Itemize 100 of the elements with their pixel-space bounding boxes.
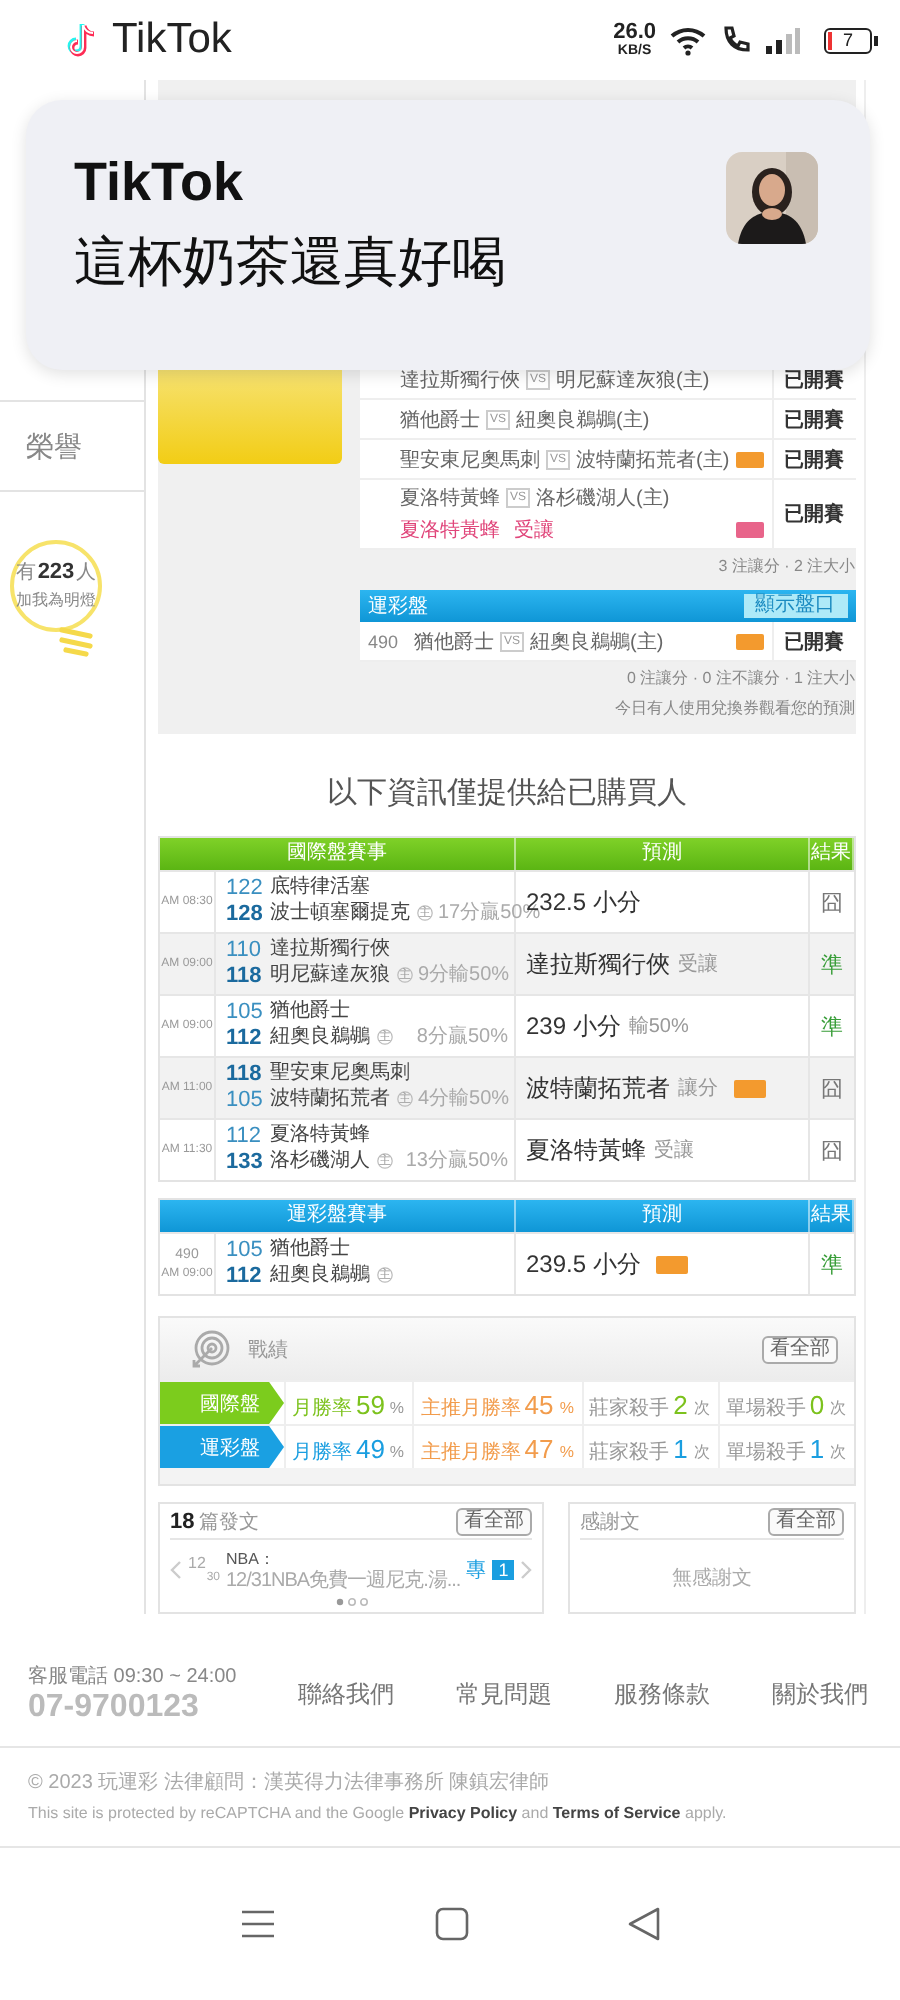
game-status: 已開賽 xyxy=(771,622,856,660)
prediction: 239 小分 xyxy=(526,1009,621,1043)
notification-message: 這杯奶茶還真好喝 xyxy=(74,230,506,296)
result-mark: 囧 xyxy=(821,1075,843,1103)
sidebar-item[interactable]: 榮譽 xyxy=(0,400,144,492)
team-name: 夏洛特黃蜂 xyxy=(270,1124,370,1148)
rank-badge: 1 xyxy=(492,1560,515,1580)
posts-label: 篇發文 xyxy=(198,1509,259,1535)
team-number: 118 xyxy=(226,963,262,987)
score-result: 4分輸50% xyxy=(418,1088,510,1112)
target-icon xyxy=(188,1328,232,1372)
stat-value: 59 xyxy=(355,1390,385,1420)
team-name: 聖安東尼奧馬刺 xyxy=(270,1062,410,1086)
team-number: 110 xyxy=(226,938,262,962)
team-name: 猶他爵士 xyxy=(400,407,480,433)
view-all-button[interactable]: 看全部 xyxy=(768,1507,844,1535)
view-all-button[interactable]: 看全部 xyxy=(456,1507,533,1535)
menu-icon xyxy=(238,1906,278,1942)
stat-unit: % xyxy=(559,1444,574,1462)
notice-heading: 以下資訊僅提供給已購買人 xyxy=(325,774,689,814)
fans-prefix: 有 xyxy=(15,560,36,586)
stat-value: 2 xyxy=(673,1390,688,1420)
team-name: 洛杉磯湖人 xyxy=(270,1149,370,1173)
stat-value: 1 xyxy=(809,1434,825,1464)
chevron-right-icon xyxy=(520,1560,533,1580)
pagination-dots-icon xyxy=(333,1598,370,1606)
pick-summary: 3 注讓分 · 2 注大小 xyxy=(716,555,856,577)
prediction: 239.5 小分 xyxy=(526,1247,641,1281)
prediction-note: 受讓 xyxy=(678,951,718,978)
prediction: 夏洛特黃蜂 xyxy=(526,1133,646,1167)
team-number: 128 xyxy=(226,901,262,925)
team-number: 112 xyxy=(226,1025,262,1049)
app-name: TikTok xyxy=(112,16,232,64)
category-label: 國際盤 xyxy=(160,1382,284,1424)
show-odds-button[interactable]: 顯示盤口 xyxy=(743,594,848,618)
team-number: 118 xyxy=(226,1062,262,1086)
stat-unit: 次 xyxy=(693,1442,710,1464)
team-name: 波特蘭拓荒者 xyxy=(270,1087,390,1111)
score-result: 13分贏50% xyxy=(405,1150,508,1174)
empty-message: 無感謝文 xyxy=(670,1565,755,1592)
prediction-note: 輸50% xyxy=(628,1014,689,1040)
stat-label: 單場殺手 xyxy=(725,1439,806,1466)
home-icon xyxy=(434,1906,470,1942)
recaptcha-notice: This site is protected by reCAPTCHA and the Google Privacy Policy and Terms of Service apply. xyxy=(28,1804,729,1822)
team-number: 133 xyxy=(226,1149,262,1173)
stat-value: 47 xyxy=(524,1434,554,1464)
team-name: 聖安東尼奧馬刺 xyxy=(400,447,540,473)
team-name: 猶他爵士 xyxy=(270,1238,350,1262)
tiktok-logo-icon xyxy=(64,22,96,58)
thanks-title: 感謝文 xyxy=(580,1509,641,1535)
notification-title: TikTok xyxy=(74,152,246,214)
policy-link[interactable]: Privacy Policy xyxy=(408,1804,518,1822)
game-status: 已開賽 xyxy=(771,400,856,438)
notification-card[interactable]: TikTok 這杯奶茶還真好喝 xyxy=(26,100,870,370)
stat-label: 莊家殺手 xyxy=(589,1439,670,1466)
column-header: 預測 xyxy=(516,838,810,870)
fans-count: 223 xyxy=(37,560,75,584)
result-mark: 準 xyxy=(821,1013,843,1041)
view-all-button[interactable]: 看全部 xyxy=(762,1336,838,1364)
team-name: 洛杉磯湖人(主) xyxy=(536,485,670,512)
post-category[interactable]: NBA： xyxy=(226,1548,461,1570)
stat-unit: 次 xyxy=(830,1398,847,1420)
post-count: 18 xyxy=(170,1509,195,1533)
policy-link[interactable]: Terms of Service xyxy=(552,1804,681,1822)
stat-label: 月勝率 xyxy=(291,1439,352,1466)
pick-note: 受讓 xyxy=(514,517,554,544)
result-mark: 準 xyxy=(821,951,843,979)
team-name: 明尼蘇達灰狼 xyxy=(270,963,390,987)
network-speed: 26.0 xyxy=(613,22,656,44)
game-status: 已開賽 xyxy=(771,440,856,478)
phone-number: 07-9700123 xyxy=(28,1690,201,1726)
footer-link[interactable]: 關於我們 xyxy=(771,1677,868,1711)
column-header: 結果 xyxy=(810,1200,854,1232)
team-name: 達拉斯獨行俠 xyxy=(270,938,390,962)
column-header: 預測 xyxy=(516,1200,810,1232)
footer-link[interactable]: 常見問題 xyxy=(456,1677,553,1711)
stat-unit: 次 xyxy=(693,1398,710,1420)
stat-label: 主推月勝率 xyxy=(420,1439,521,1466)
footer-link[interactable]: 服務條款 xyxy=(614,1677,711,1711)
stat-label: 莊家殺手 xyxy=(589,1395,670,1422)
pick-summary: 0 注讓分 · 0 注不讓分 · 1 注大小 xyxy=(624,667,856,689)
team-name: 達拉斯獨行俠 xyxy=(400,367,520,393)
footer-link[interactable]: 聯絡我們 xyxy=(298,1677,395,1711)
team-name: 猶他爵士 xyxy=(414,629,495,655)
team-name: 波士頓塞爾提克 xyxy=(270,901,410,925)
stat-value: 49 xyxy=(355,1434,385,1464)
column-header: 運彩盤賽事 xyxy=(160,1200,516,1232)
back-icon xyxy=(626,1906,662,1942)
team-number: 105 xyxy=(226,1000,262,1024)
team-name: 紐奧良鵜鶘 xyxy=(270,1025,370,1049)
post-tag: 專 xyxy=(466,1556,487,1584)
stat-label: 月勝率 xyxy=(291,1395,352,1422)
team-number: 112 xyxy=(226,1124,262,1148)
stat-unit: % xyxy=(390,1400,405,1418)
team-number: 122 xyxy=(226,876,262,900)
stat-value: 45 xyxy=(524,1390,554,1420)
team-number: 105 xyxy=(226,1087,262,1111)
team-name: 明尼蘇達灰狼(主) xyxy=(556,367,710,393)
chevron-left-icon xyxy=(170,1560,182,1580)
team-name: 波特蘭拓荒者(主) xyxy=(576,447,730,473)
